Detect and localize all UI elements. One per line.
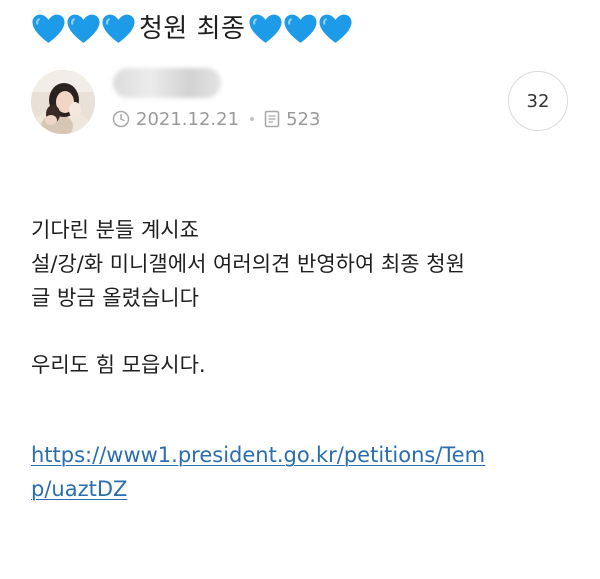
post-title: 청원 최종 xyxy=(139,14,246,44)
meta-separator xyxy=(250,117,255,121)
blue-heart-icon xyxy=(102,14,135,43)
blue-heart-icon xyxy=(284,14,317,43)
petition-link[interactable]: https://www1.president.go.kr/petitions/T… xyxy=(31,438,591,472)
post-meta: 2021.12.21 523 xyxy=(112,106,320,132)
body-line: 글 방금 올렸습니다 xyxy=(31,286,199,310)
clock-icon xyxy=(112,110,130,128)
avatar-image xyxy=(31,70,95,134)
body-line: 설/강/화 미니갤에서 여러의견 반영하여 최종 청원 xyxy=(31,252,465,276)
hearts-right xyxy=(248,10,353,48)
post-body: 기다린 분들 계시죠 설/강/화 미니갤에서 여러의견 반영하여 최종 청원 글… xyxy=(31,213,591,506)
post-date: 2021.12.21 xyxy=(136,108,240,130)
body-line: 우리도 힘 모읍시다. xyxy=(31,353,206,377)
blue-heart-icon xyxy=(67,14,100,43)
blue-heart-icon xyxy=(319,14,352,43)
hearts-left xyxy=(31,10,136,48)
avatar[interactable] xyxy=(31,70,95,134)
document-icon xyxy=(264,110,280,128)
body-line: 기다린 분들 계시죠 xyxy=(31,218,199,242)
blue-heart-icon xyxy=(249,14,282,43)
post-view: 청원 최종 2021.12.21 523 32 기다린 분들 계시죠 설/강/화… xyxy=(0,0,600,579)
view-count: 523 xyxy=(286,108,321,130)
author-name-blurred xyxy=(113,68,221,98)
blue-heart-icon xyxy=(32,14,65,43)
petition-link-continued[interactable]: p/uaztDZ xyxy=(31,472,591,506)
comment-count-button[interactable]: 32 xyxy=(508,71,568,131)
post-title-row: 청원 최종 xyxy=(31,10,353,48)
